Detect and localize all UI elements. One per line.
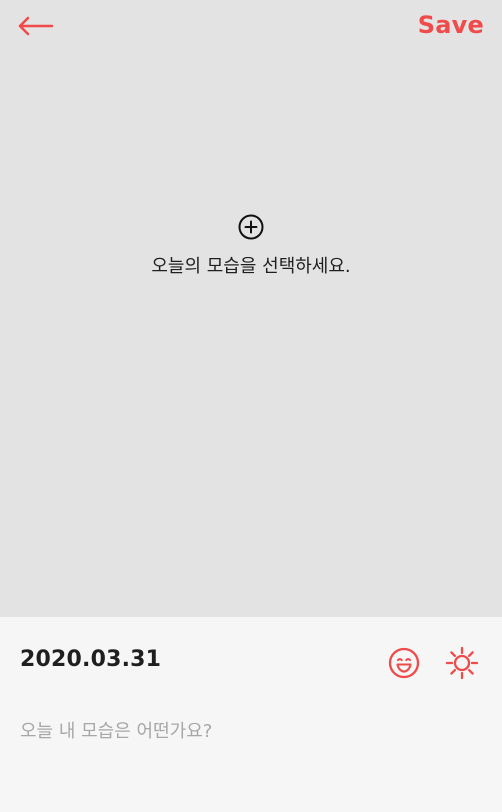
picker-label: 오늘의 모습을 선택하세요. [151, 256, 351, 277]
back-button[interactable] [12, 8, 56, 44]
memo-field[interactable]: 오늘 내 모습은 어떤가요? [20, 717, 480, 743]
entry-actions [386, 645, 480, 681]
weather-button[interactable] [444, 645, 480, 681]
save-button[interactable]: Save [418, 10, 484, 40]
entry-date: 2020.03.31 [20, 647, 162, 672]
arrow-left-icon [18, 16, 54, 36]
select-photo-prompt[interactable]: 오늘의 모습을 선택하세요. [0, 212, 502, 278]
mood-button[interactable] [386, 645, 422, 681]
smile-icon [388, 647, 420, 679]
photo-area[interactable]: Save 오늘의 모습을 선택하세요. [0, 0, 502, 617]
entry-panel: 2020.03.31 오늘 내 모습은 어떤가요? [0, 617, 502, 812]
plus-circle-icon[interactable] [236, 212, 266, 242]
sun-icon [445, 646, 479, 680]
